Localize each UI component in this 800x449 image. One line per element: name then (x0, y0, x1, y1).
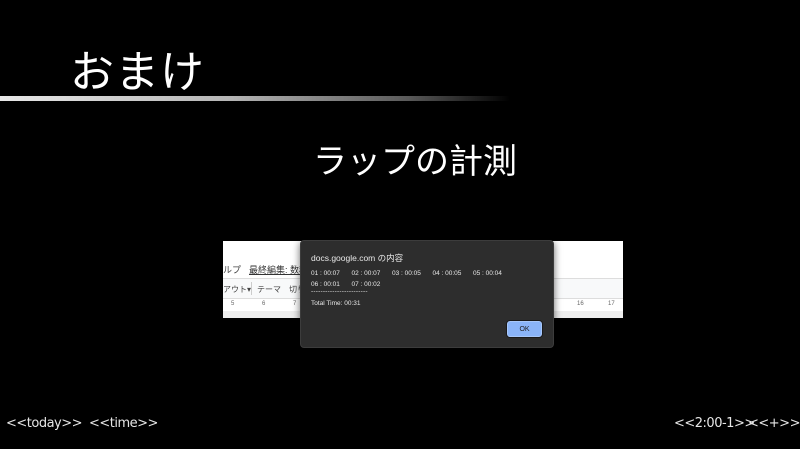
slide-subtitle: ラップの計測 (313, 142, 517, 182)
ruler-tick: 5 (231, 301, 235, 307)
alert-dialog: docs.google.com の内容 01 : 00:07 02 : 00:07… (300, 240, 554, 348)
ruler-tick: 17 (608, 301, 615, 307)
menu-help[interactable]: ルプ (223, 263, 241, 276)
lap-time: 05 : 00:04 (473, 270, 502, 277)
dialog-separator: ------------------------ (311, 288, 368, 295)
ruler-tick: 7 (293, 301, 297, 307)
lap-times: 01 : 00:07 02 : 00:07 03 : 00:05 04 : 00:05… (311, 268, 514, 290)
total-time: Total Time: 00:31 (311, 300, 361, 307)
lap-time: 01 : 00:07 (311, 270, 340, 277)
title-underline (0, 96, 510, 101)
toolbar-divider (251, 282, 252, 295)
lap-time: 02 : 00:07 (351, 270, 381, 277)
ok-button[interactable]: OK (507, 321, 542, 337)
lap-time: 03 : 00:05 (392, 270, 421, 277)
lap-time: 04 : 00:05 (432, 270, 462, 277)
ruler-tick: 16 (577, 301, 584, 307)
nav-page[interactable]: <<2:00-1>> (674, 416, 755, 431)
ruler-tick: 6 (262, 301, 266, 307)
nav-plus[interactable]: <<+>> (748, 416, 800, 431)
slide-title: おまけ (70, 47, 205, 98)
dialog-title: docs.google.com の内容 (311, 253, 404, 263)
nav-today[interactable]: <<today>> (6, 416, 83, 431)
layout-button[interactable]: アウト▾ (223, 284, 251, 295)
lap-row: 01 : 00:07 02 : 00:07 03 : 00:05 04 : 00:05… (311, 268, 514, 279)
nav-time[interactable]: <<time>> (89, 416, 158, 431)
theme-button[interactable]: テーマ (257, 284, 281, 295)
